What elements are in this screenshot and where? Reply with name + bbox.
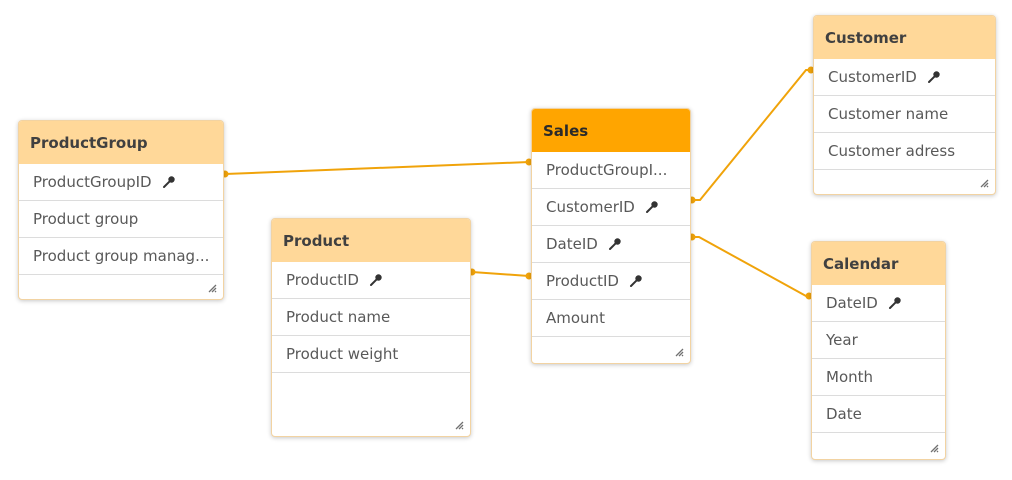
field-row[interactable]: Amount — [532, 300, 690, 337]
field-name: ProductGroupID — [33, 173, 152, 191]
resize-handle-icon[interactable] — [454, 420, 464, 430]
resize-handle-icon[interactable] — [674, 347, 684, 357]
field-row[interactable]: Year — [812, 322, 945, 359]
field-list: CustomerID Customer name Customer adress — [814, 59, 995, 170]
field-list: ProductID Product name Product weight — [272, 262, 470, 373]
table-customer[interactable]: Customer CustomerID Customer name Customer… — [813, 15, 996, 195]
field-row[interactable]: CustomerID — [814, 59, 995, 96]
field-row[interactable]: Date — [812, 396, 945, 433]
resize-handle-icon[interactable] — [929, 443, 939, 453]
table-title[interactable]: Calendar — [812, 242, 945, 285]
key-icon — [629, 275, 642, 287]
field-name: Date — [826, 405, 862, 423]
key-icon — [645, 201, 658, 213]
field-row[interactable]: Product weight — [272, 336, 470, 373]
field-name: Customer adress — [828, 142, 956, 160]
field-row[interactable]: ProductID — [532, 263, 690, 300]
field-name: Product weight — [286, 345, 399, 363]
key-icon — [608, 238, 621, 250]
key-icon — [369, 274, 382, 286]
field-name: Amount — [546, 309, 605, 327]
field-name: CustomerID — [546, 198, 635, 216]
field-row[interactable]: ProductID — [272, 262, 470, 299]
field-row[interactable]: Product group manag... — [19, 238, 223, 275]
field-row[interactable]: Product name — [272, 299, 470, 336]
field-list: DateID Year Month Date — [812, 285, 945, 433]
link-productgroup-sales[interactable] — [221, 158, 533, 178]
field-name: ProductGroupI... — [546, 161, 668, 179]
field-name: Product name — [286, 308, 391, 326]
table-sales[interactable]: Sales ProductGroupI... CustomerID DateID Pr… — [531, 108, 691, 364]
table-title[interactable]: ProductGroup — [19, 121, 223, 164]
field-row[interactable]: ProductGroupID — [19, 164, 223, 201]
field-row[interactable]: Customer adress — [814, 133, 995, 170]
field-name: DateID — [826, 294, 878, 312]
key-icon — [927, 71, 940, 83]
table-title[interactable]: Customer — [814, 16, 995, 59]
field-name: DateID — [546, 235, 598, 253]
field-row[interactable]: Month — [812, 359, 945, 396]
field-name: Month — [826, 368, 874, 386]
field-row[interactable]: ProductGroupI... — [532, 152, 690, 189]
table-product[interactable]: Product ProductID Product name Product wei… — [271, 218, 471, 437]
table-productgroup[interactable]: ProductGroup ProductGroupID Product group… — [18, 120, 224, 300]
resize-handle-icon[interactable] — [979, 178, 989, 188]
key-icon — [888, 297, 901, 309]
field-row[interactable]: DateID — [532, 226, 690, 263]
field-name: CustomerID — [828, 68, 917, 86]
field-row[interactable]: Product group — [19, 201, 223, 238]
field-row[interactable]: DateID — [812, 285, 945, 322]
table-calendar[interactable]: Calendar DateID Year Month Date — [811, 241, 946, 460]
link-sales-calendar[interactable] — [688, 233, 813, 300]
table-title[interactable]: Sales — [532, 109, 690, 152]
field-name: ProductID — [286, 271, 359, 289]
field-name: Year — [826, 331, 858, 349]
resize-handle-icon[interactable] — [207, 283, 217, 293]
link-sales-customer[interactable] — [688, 66, 815, 204]
field-list: ProductGroupID Product group Product group… — [19, 164, 223, 275]
field-name: Product group — [33, 210, 139, 228]
key-icon — [162, 176, 175, 188]
field-list: ProductGroupI... CustomerID DateID ProductI… — [532, 152, 690, 337]
field-name: Product group manag... — [33, 247, 210, 265]
link-product-sales[interactable] — [468, 268, 533, 280]
field-name: Customer name — [828, 105, 949, 123]
table-title[interactable]: Product — [272, 219, 470, 262]
field-row[interactable]: Customer name — [814, 96, 995, 133]
field-row[interactable]: CustomerID — [532, 189, 690, 226]
field-name: ProductID — [546, 272, 619, 290]
